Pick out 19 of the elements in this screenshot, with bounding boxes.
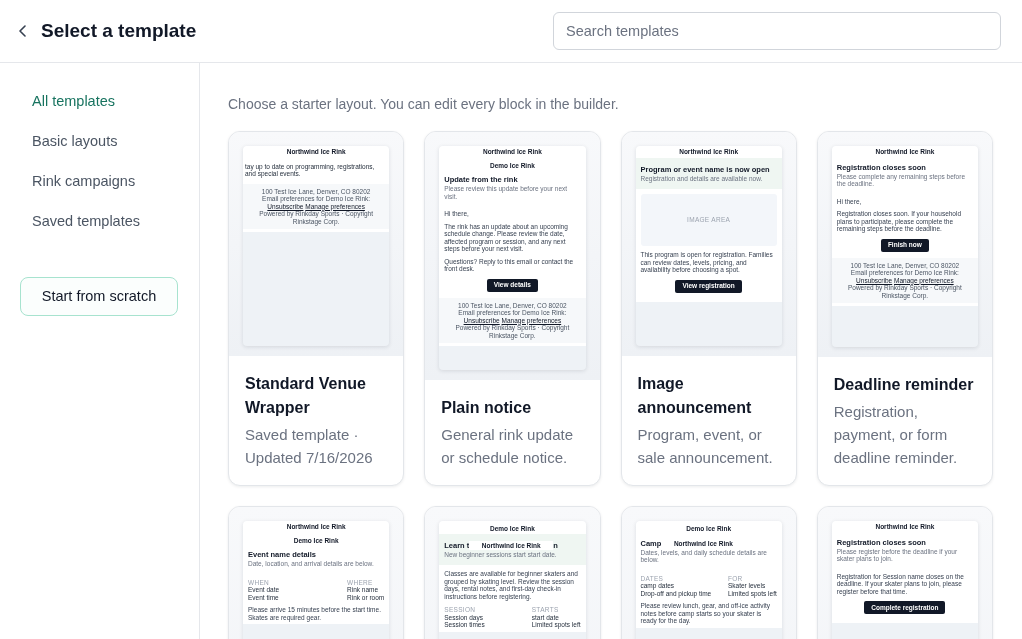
card-title: Deadline reminder <box>833 375 975 395</box>
card-description: General rink update or schedule notice. <box>441 425 574 468</box>
template-card[interactable] <box>620 131 797 486</box>
sidebar-item[interactable]: Saved templates <box>20 202 179 242</box>
card-description: Program, event, or sale announcement. <box>637 425 774 468</box>
card-title: Image announcement <box>637 374 753 418</box>
start-from-scratch-button[interactable]: Start from scratch <box>20 277 178 316</box>
intro-text: Choose a starter layout. You can edit every block in the builder. <box>228 95 620 114</box>
card-description: Registration, payment, or form deadline reminder. <box>833 402 959 468</box>
card-description: Saved template · Updated 7/16/2026 <box>245 425 374 468</box>
search-field[interactable]: Search templates <box>553 12 1001 50</box>
template-card[interactable] <box>816 131 993 486</box>
chevron-left-icon <box>19 25 26 37</box>
card-title: Standard Venue Wrapper <box>245 374 367 418</box>
page-title: Select a template <box>41 18 197 43</box>
card-title: Plain notice <box>441 398 533 418</box>
sidebar-item[interactable]: Basic layouts <box>20 122 179 162</box>
sidebar-item[interactable]: All templates <box>20 82 179 122</box>
sidebar-item[interactable]: Rink campaigns <box>20 162 179 202</box>
